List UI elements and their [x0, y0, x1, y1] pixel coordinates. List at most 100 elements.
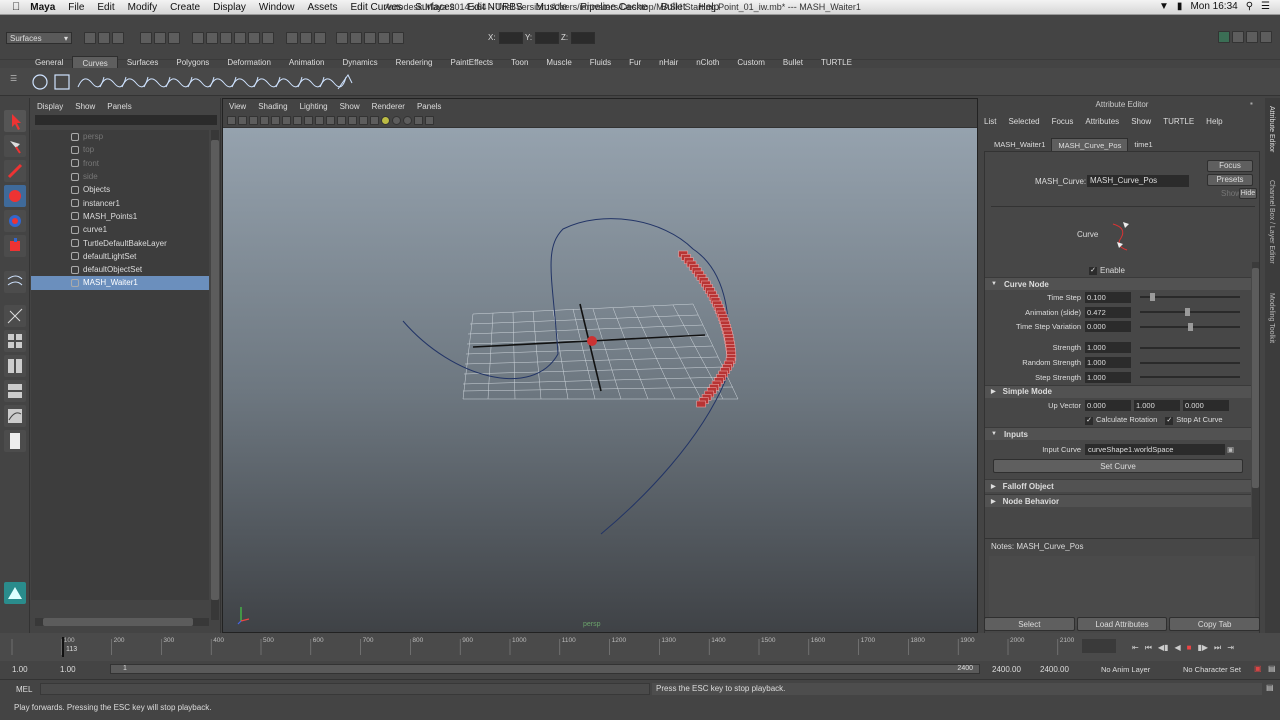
attr-slider[interactable]	[1140, 322, 1240, 331]
anim-start-field[interactable]: 1.00	[12, 665, 28, 674]
curve-node-section[interactable]: ▼ Curve Node	[985, 277, 1251, 290]
node-behavior-section[interactable]: ▶ Node Behavior	[985, 494, 1251, 508]
script-editor-icon[interactable]: ▤	[1266, 683, 1274, 692]
slider-handle[interactable]	[1184, 308, 1190, 317]
outliner-item[interactable]: side	[31, 170, 209, 183]
ae-tab[interactable]: time1	[1128, 138, 1158, 152]
step-forward-frame-icon[interactable]: ▮▶	[1197, 643, 1208, 653]
layout-graph-icon[interactable]	[4, 405, 26, 427]
snap-curve-icon[interactable]	[206, 32, 218, 44]
side-tab-channel-box[interactable]: Channel Box / Layer Editor	[1268, 180, 1275, 264]
resolution-gate-icon[interactable]	[293, 115, 302, 125]
y-field[interactable]	[535, 32, 559, 44]
shadows-icon[interactable]	[392, 115, 401, 125]
attr-slider[interactable]	[1140, 346, 1240, 349]
outliner-item[interactable]: instancer1	[31, 196, 209, 209]
history-icon[interactable]	[262, 32, 274, 44]
step-forward-key-icon[interactable]: ⏭	[1214, 643, 1221, 653]
menu-window[interactable]: Window	[259, 2, 295, 13]
viewport-menu-lighting[interactable]: Lighting	[300, 102, 328, 111]
safe-title-icon[interactable]	[337, 115, 346, 125]
shelf-tab-painteffects[interactable]: PaintEffects	[442, 56, 503, 68]
select-hierarchy-icon[interactable]	[140, 32, 152, 44]
lights-icon[interactable]	[381, 115, 390, 125]
outliner-item[interactable]: TurtleDefaultBakeLayer	[31, 236, 209, 249]
viewport-menu-panels[interactable]: Panels	[417, 102, 441, 111]
modeling-toolkit-icon[interactable]	[1218, 31, 1230, 43]
lasso-tool-icon[interactable]	[4, 135, 26, 157]
grid-toggle-icon[interactable]	[271, 115, 280, 125]
viewport-persp[interactable]: View Shading Lighting Show Renderer Panels pe…	[222, 98, 978, 633]
input-field-icon[interactable]	[336, 32, 348, 44]
attr-slider[interactable]	[1140, 376, 1240, 379]
time-ruler[interactable]: 100 200 300 400 500 600 700 800 900 1000 1100 1200 1…	[0, 633, 1080, 661]
range-slider[interactable]: 1 2400	[110, 664, 980, 674]
step-back-key-icon[interactable]: ⏮	[1145, 643, 1152, 653]
layout-two-icon[interactable]	[4, 355, 26, 377]
playback-end-field[interactable]: 2400.00	[992, 665, 1021, 674]
search-icon[interactable]: ⚲	[1246, 1, 1253, 12]
anim-layer-select[interactable]: No Anim Layer	[1101, 665, 1150, 674]
input-curve-field[interactable]: curveShape1.worldSpace	[1085, 443, 1225, 455]
presets-button[interactable]: Presets	[1207, 174, 1253, 186]
new-scene-icon[interactable]	[84, 32, 96, 44]
film-gate-icon[interactable]	[282, 115, 291, 125]
outliner-item[interactable]: MASH_Waiter1	[31, 276, 209, 290]
menu-modify[interactable]: Modify	[128, 2, 157, 13]
menu-assets[interactable]: Assets	[307, 2, 337, 13]
ae-menu-attributes[interactable]: Attributes	[1085, 117, 1119, 126]
field-chart-icon[interactable]	[315, 115, 324, 125]
ae-menu-selected[interactable]: Selected	[1008, 117, 1039, 126]
clock-text[interactable]: Mon 16:34	[1190, 1, 1237, 12]
inputs-section[interactable]: ▼ Inputs	[985, 427, 1251, 441]
outliner-vscrollbar[interactable]	[211, 130, 219, 620]
select-camera-icon[interactable]	[227, 115, 236, 125]
attr-value-field[interactable]: 1.000	[1085, 371, 1131, 383]
select-object-icon[interactable]	[154, 32, 166, 44]
shelf-tab-fur[interactable]: Fur	[620, 56, 650, 68]
command-input[interactable]	[40, 683, 650, 695]
outliner-item[interactable]: front	[31, 157, 209, 170]
x-field[interactable]	[499, 32, 523, 44]
ae-load-attributes-button[interactable]: Load Attributes	[1076, 617, 1168, 631]
shelf-tab-surfaces[interactable]: Surfaces	[118, 56, 168, 68]
shelf-tab-muscle[interactable]: Muscle	[537, 56, 580, 68]
calc-rotation-checkbox[interactable]: ✓ Calculate Rotation	[1085, 415, 1157, 425]
paint-select-tool-icon[interactable]	[4, 160, 26, 182]
camera-attributes-icon[interactable]	[238, 115, 247, 125]
ae-menu-turtle[interactable]: TURTLE	[1163, 117, 1194, 126]
list-icon[interactable]: ☰	[1261, 1, 1270, 12]
wireframe-icon[interactable]	[348, 115, 357, 125]
lock-icon[interactable]	[350, 32, 362, 44]
set-curve-button[interactable]: Set Curve	[993, 459, 1243, 474]
shelf-tab-custom[interactable]: Custom	[728, 56, 774, 68]
shelf-tab-nhair[interactable]: nHair	[650, 56, 687, 68]
shelf-tab-fluids[interactable]: Fluids	[581, 56, 620, 68]
menu-display[interactable]: Display	[213, 2, 246, 13]
shelf-tab-toon[interactable]: Toon	[502, 56, 537, 68]
current-time-marker[interactable]	[62, 637, 64, 657]
enable-checkbox[interactable]: ✓ Enable	[1089, 266, 1125, 275]
playback-start-field[interactable]: 1.00	[60, 665, 76, 674]
time-slider[interactable]: 100 200 300 400 500 600 700 800 900 1000 1100 1200 1…	[0, 633, 1280, 661]
isolate-select-icon[interactable]	[414, 115, 423, 125]
menu-create[interactable]: Create	[170, 2, 200, 13]
z-field[interactable]	[571, 32, 595, 44]
ae-menu-list[interactable]: List	[984, 117, 996, 126]
snap-grid-icon[interactable]	[192, 32, 204, 44]
shelf-tab-ncloth[interactable]: nCloth	[687, 56, 728, 68]
app-menu[interactable]: Maya	[30, 2, 55, 13]
channel-box-icon[interactable]	[1260, 31, 1272, 43]
shelf-tab-dynamics[interactable]: Dynamics	[333, 56, 386, 68]
shelf-tab-rendering[interactable]: Rendering	[387, 56, 442, 68]
focus-button[interactable]: Focus	[1207, 160, 1253, 172]
notes-field[interactable]	[989, 556, 1255, 626]
hide-button[interactable]: Hide	[1239, 188, 1257, 199]
ae-menu-help[interactable]: Help	[1206, 117, 1222, 126]
step-back-frame-icon[interactable]: ◀▮	[1158, 643, 1169, 653]
render-icon[interactable]	[286, 32, 298, 44]
xray-icon[interactable]	[425, 115, 434, 125]
rotate-tool-icon[interactable]	[4, 210, 26, 232]
attr-slider[interactable]	[1140, 293, 1240, 302]
stop-playback-icon[interactable]: ■	[1187, 643, 1192, 653]
